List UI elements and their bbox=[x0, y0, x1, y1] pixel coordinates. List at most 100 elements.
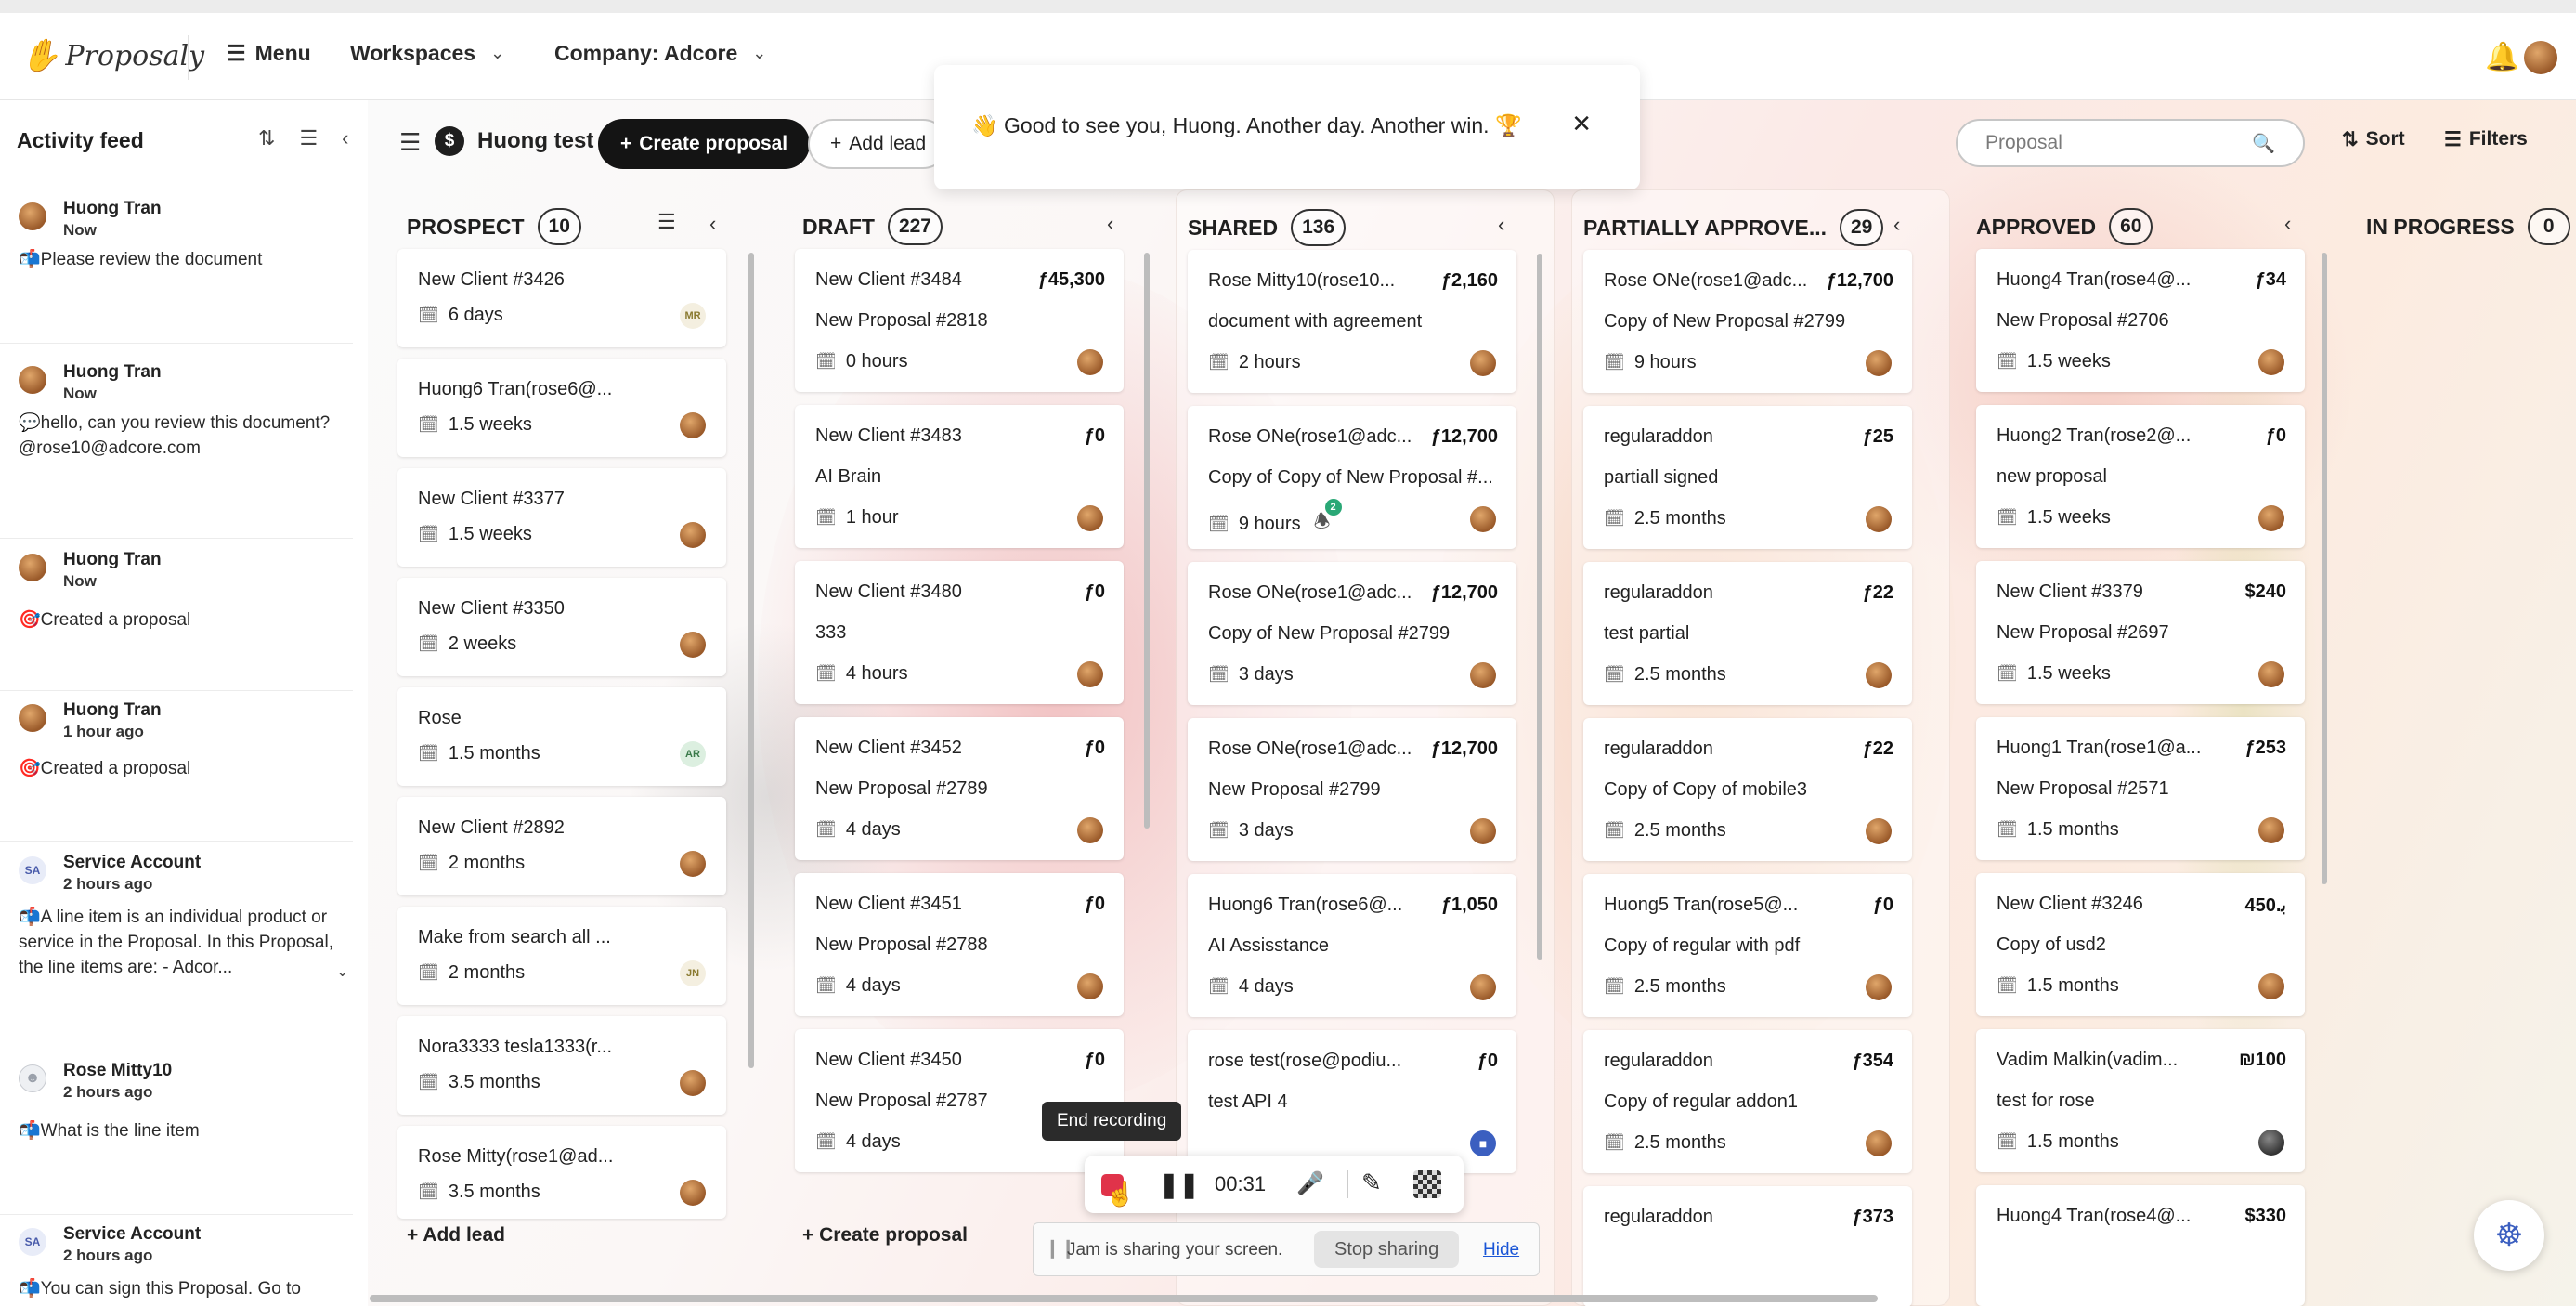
collapse-column-icon[interactable]: ‹ bbox=[1107, 212, 1113, 236]
proposal-card[interactable]: Rose ONe(rose1@adc... ƒ12,700 New Propos… bbox=[1188, 718, 1516, 861]
column-title: PARTIALLY APPROVE... bbox=[1583, 215, 1827, 240]
notifications-bell-icon[interactable]: 🔔 bbox=[2485, 41, 2519, 73]
proposal-card[interactable]: New Client #3480 ƒ0 333 🗓 4 hours bbox=[795, 561, 1124, 704]
column-prospect: PROSPECT 10 ☰ ‹ New Client #3426 🗓 6 days… bbox=[396, 189, 758, 1306]
avatar bbox=[1470, 350, 1496, 376]
column-header: DRAFT 227 bbox=[802, 208, 943, 245]
avatar bbox=[1470, 818, 1496, 844]
collapse-column-icon[interactable]: ‹ bbox=[1498, 213, 1504, 237]
proposal-card[interactable]: Huong5 Tran(rose5@... ƒ0 Copy of regular… bbox=[1583, 874, 1912, 1017]
proposal-card[interactable]: regularaddon ƒ22 test partial 🗓 2.5 month… bbox=[1583, 562, 1912, 705]
nav-divider bbox=[188, 35, 189, 80]
chatbot-icon[interactable]: ☸ bbox=[2474, 1200, 2544, 1271]
proposal-card[interactable]: New Client #3451 ƒ0 New Proposal #2788 🗓… bbox=[795, 873, 1124, 1016]
mail-icon: 📬 bbox=[19, 908, 41, 927]
proposal-card[interactable]: New Client #3483 ƒ0 AI Brain 🗓 1 hour bbox=[795, 405, 1124, 548]
app-logo[interactable]: ✋ Proposaly bbox=[20, 37, 204, 74]
waving-hand-icon: 👋 bbox=[971, 113, 998, 137]
mail-icon: 📬 bbox=[19, 1279, 41, 1299]
collapse-column-icon[interactable]: ‹ bbox=[709, 212, 716, 236]
collapse-column-icon[interactable]: ‹ bbox=[1893, 213, 1900, 237]
column-scrollbar[interactable] bbox=[2322, 253, 2327, 884]
filter-icon[interactable]: ☰ bbox=[657, 210, 676, 234]
search-icon[interactable]: 🔍 bbox=[2252, 132, 2275, 155]
sort-arrows-icon[interactable]: ⇅ bbox=[258, 126, 275, 150]
lead-card[interactable]: Rose 🗓 1.5 months AR bbox=[397, 687, 726, 786]
feed-item[interactable]: Huong Tran Now 📬Please review the docume… bbox=[0, 189, 353, 344]
avatar bbox=[1866, 1130, 1892, 1156]
lead-card[interactable]: Huong6 Tran(rose6@... 🗓 1.5 weeks bbox=[397, 359, 726, 457]
mic-muted-icon[interactable]: 🎤 bbox=[1296, 1170, 1324, 1197]
pause-icon[interactable]: ❚❚ bbox=[1159, 1170, 1200, 1199]
proposal-card[interactable]: Rose Mitty10(rose10... ƒ2,160 document w… bbox=[1188, 250, 1516, 393]
blur-grid-icon[interactable] bbox=[1413, 1170, 1441, 1198]
board-menu-icon[interactable]: ☰ bbox=[399, 128, 421, 157]
company-dropdown[interactable]: Company: Adcore ⌄ bbox=[554, 41, 766, 66]
proposal-card[interactable]: regularaddon ƒ373 bbox=[1583, 1186, 1912, 1306]
add-lead-button[interactable]: + Add lead bbox=[808, 119, 949, 169]
proposal-card[interactable]: Huong4 Tran(rose4@... $330 bbox=[1976, 1185, 2305, 1306]
proposal-card[interactable]: Vadim Malkin(vadim... ₪100 test for rose… bbox=[1976, 1029, 2305, 1172]
feed-item[interactable]: SA Service Account 2 hours ago 📬You can … bbox=[0, 1215, 353, 1306]
proposal-card[interactable]: New Client #3450 ƒ0 New Proposal #2787 🗓… bbox=[795, 1029, 1124, 1172]
lead-card[interactable]: New Client #3350 🗓 2 weeks bbox=[397, 578, 726, 676]
sort-button[interactable]: ⇅ Sort bbox=[2342, 128, 2405, 151]
app-name: Proposaly bbox=[65, 39, 205, 72]
search-input[interactable] bbox=[1985, 132, 2245, 154]
feed-item[interactable]: Huong Tran Now 🎯Created a proposal bbox=[0, 541, 353, 691]
user-avatar[interactable] bbox=[2524, 41, 2557, 74]
lead-card[interactable]: New Client #3377 🗓 1.5 weeks bbox=[397, 468, 726, 567]
proposal-card[interactable]: Huong2 Tran(rose2@... ƒ0 new proposal 🗓 1… bbox=[1976, 405, 2305, 548]
filter-icon[interactable]: ☰ bbox=[299, 126, 318, 150]
close-icon[interactable]: ✕ bbox=[1571, 110, 1592, 138]
column-scrollbar[interactable] bbox=[1537, 254, 1542, 960]
proposal-card[interactable]: New Client #3452 ƒ0 New Proposal #2789 🗓… bbox=[795, 717, 1124, 860]
avatar bbox=[19, 704, 46, 732]
workspaces-dropdown[interactable]: Workspaces ⌄ bbox=[350, 41, 504, 66]
pen-icon[interactable]: ✎ bbox=[1361, 1169, 1382, 1197]
proposal-card[interactable]: regularaddon ƒ354 Copy of regular addon1… bbox=[1583, 1030, 1912, 1173]
proposal-card[interactable]: regularaddon ƒ25 partiall signed 🗓 2.5 mo… bbox=[1583, 406, 1912, 549]
proposal-card[interactable]: Huong1 Tran(rose1@a... ƒ253 New Proposal… bbox=[1976, 717, 2305, 860]
proposal-card[interactable]: New Client #3379 $240 New Proposal #2697… bbox=[1976, 561, 2305, 704]
column-scrollbar[interactable] bbox=[748, 253, 754, 1068]
lead-card[interactable]: New Client #2892 🗓 2 months bbox=[397, 797, 726, 895]
create-proposal-button[interactable]: + Create proposal bbox=[598, 119, 811, 169]
feed-item[interactable]: Huong Tran Now 💬hello, can you review th… bbox=[0, 353, 353, 539]
calendar-icon: 🗓 bbox=[1208, 977, 1229, 996]
lead-card[interactable]: New Client #3426 🗓 6 days MR bbox=[397, 249, 726, 347]
create-proposal-link[interactable]: + Create proposal bbox=[802, 1224, 968, 1247]
column-scrollbar[interactable] bbox=[1144, 253, 1150, 829]
lead-card[interactable]: Rose Mitty(rose1@ad... 🗓 3.5 months bbox=[397, 1126, 726, 1219]
proposal-card[interactable]: Huong4 Tran(rose4@... ƒ34 New Proposal #… bbox=[1976, 249, 2305, 392]
proposal-card[interactable]: New Client #3484 ƒ45,300 New Proposal #2… bbox=[795, 249, 1124, 392]
column-count: 29 bbox=[1840, 209, 1884, 246]
lead-card[interactable]: Nora3333 tesla1333(r... 🗓 3.5 months bbox=[397, 1016, 726, 1115]
workspace-currency-icon: $ bbox=[435, 126, 464, 156]
expand-chevron-icon[interactable]: ⌄ bbox=[336, 962, 348, 981]
collapse-left-icon[interactable]: ‹ bbox=[342, 126, 348, 150]
proposal-card[interactable]: Rose ONe(rose1@adc... ƒ12,700 Copy of Ne… bbox=[1188, 562, 1516, 705]
feed-item[interactable]: SA Service Account 2 hours ago 📬A line i… bbox=[0, 843, 353, 1051]
proposal-card[interactable]: Rose ONe(rose1@adc... ƒ12,700 Copy of Co… bbox=[1188, 406, 1516, 549]
proposal-card[interactable]: New Client #3246 450.ﺑ Copy of usd2 🗓 1.5… bbox=[1976, 873, 2305, 1016]
collapse-column-icon[interactable]: ‹ bbox=[2284, 212, 2291, 236]
proposal-card[interactable]: rose test(rose@podiu... ƒ0 test API 4 ■ bbox=[1188, 1030, 1516, 1173]
reminder-bell-icon[interactable]: 🕭 2 bbox=[1314, 499, 1342, 540]
stop-sharing-button[interactable]: Stop sharing bbox=[1314, 1231, 1460, 1268]
add-lead-link[interactable]: + Add lead bbox=[407, 1224, 505, 1247]
calendar-icon: 🗓 bbox=[1997, 664, 2018, 683]
plus-icon: + bbox=[830, 133, 842, 154]
proposal-card[interactable]: regularaddon ƒ22 Copy of Copy of mobile3… bbox=[1583, 718, 1912, 861]
proposal-card[interactable]: Huong6 Tran(rose6@... ƒ1,050 AI Assissta… bbox=[1188, 874, 1516, 1017]
hide-link[interactable]: Hide bbox=[1483, 1240, 1519, 1260]
avatar: AR bbox=[680, 741, 706, 767]
menu-button[interactable]: ☰ Menu bbox=[227, 41, 311, 66]
column-count: 136 bbox=[1291, 209, 1347, 246]
proposal-card[interactable]: Rose ONe(rose1@adc... ƒ12,700 Copy of Ne… bbox=[1583, 250, 1912, 393]
lead-card[interactable]: Make from search all ... 🗓 2 months JN bbox=[397, 907, 726, 1005]
board-horizontal-scrollbar[interactable] bbox=[370, 1295, 1878, 1302]
feed-item[interactable]: ☻ Rose Mitty10 2 hours ago 📬What is the … bbox=[0, 1051, 353, 1215]
feed-item[interactable]: Huong Tran 1 hour ago 🎯Created a proposa… bbox=[0, 691, 353, 842]
filters-button[interactable]: ☰ Filters bbox=[2444, 128, 2528, 151]
